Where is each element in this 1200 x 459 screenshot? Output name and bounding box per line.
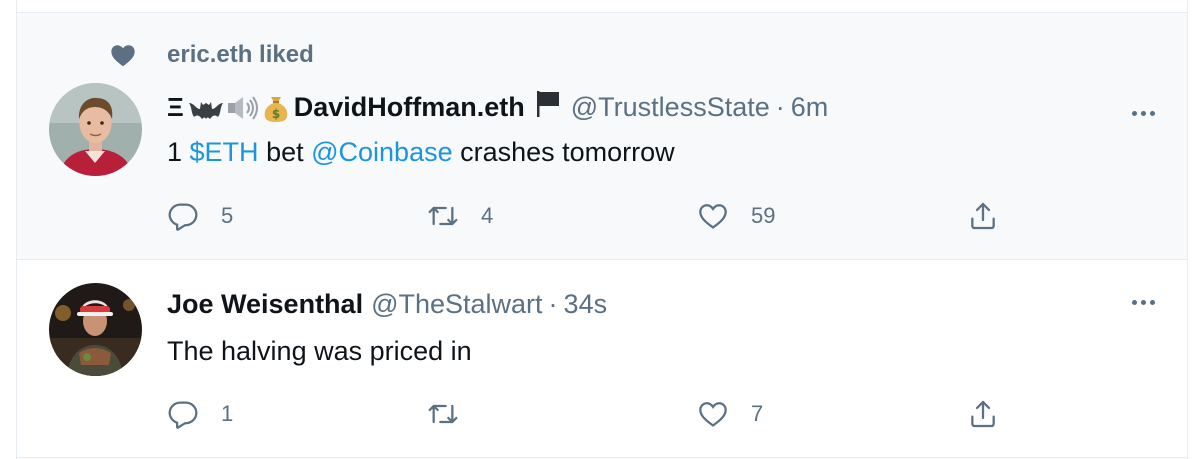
tweet-header: Joe Weisenthal @TheStalwart · 34s xyxy=(167,289,607,320)
reply-icon xyxy=(167,398,199,430)
retweet-button[interactable] xyxy=(427,398,481,430)
tweet-header: Ξ $ DavidHoffman.eth @TrustlessState · 6… xyxy=(167,89,828,126)
tweet-text-part: crashes tomorrow xyxy=(452,137,675,167)
avatar[interactable] xyxy=(49,283,142,376)
svg-text:$: $ xyxy=(272,107,280,121)
handle[interactable]: @TrustlessState xyxy=(571,92,770,123)
retweet-count: 4 xyxy=(481,203,494,228)
previous-tweet-edge xyxy=(17,0,1187,13)
timestamp[interactable]: 6m xyxy=(791,92,829,123)
reply-button[interactable]: 1 xyxy=(167,398,233,430)
share-button[interactable] xyxy=(967,200,999,232)
retweet-icon xyxy=(427,200,459,232)
like-button[interactable]: 59 xyxy=(697,200,775,232)
action-bar: 1 7 xyxy=(167,398,1067,438)
more-icon[interactable] xyxy=(1125,292,1161,312)
action-bar: 5 4 59 xyxy=(167,200,1067,240)
tweet-card[interactable]: Joe Weisenthal @TheStalwart · 34s The ha… xyxy=(17,261,1187,458)
share-icon xyxy=(967,200,999,232)
like-button[interactable]: 7 xyxy=(697,398,763,430)
social-context-text[interactable]: eric.eth liked xyxy=(167,41,314,69)
display-name-emojis: Ξ $ xyxy=(167,92,290,123)
reply-icon xyxy=(167,200,199,232)
display-name[interactable]: Joe Weisenthal xyxy=(167,289,363,320)
tweet-card[interactable]: eric.eth liked Ξ $ DavidHoffman.eth @Tru… xyxy=(17,13,1187,260)
retweet-button[interactable]: 4 xyxy=(427,200,493,232)
share-button[interactable] xyxy=(967,398,999,430)
tweet-text: The halving was priced in xyxy=(167,336,472,366)
timeline-feed: eric.eth liked Ξ $ DavidHoffman.eth @Tru… xyxy=(16,0,1188,459)
bat-emoji-icon xyxy=(188,95,224,121)
display-name[interactable]: DavidHoffman.eth xyxy=(294,92,525,123)
separator: · xyxy=(775,92,785,122)
timestamp[interactable]: 34s xyxy=(564,289,608,320)
mention-link[interactable]: @Coinbase xyxy=(311,137,453,167)
tweet-text-part: 1 xyxy=(167,137,190,167)
avatar[interactable] xyxy=(49,83,142,176)
like-icon xyxy=(697,200,729,232)
like-icon xyxy=(697,398,729,430)
heart-icon xyxy=(109,41,137,69)
cashtag-link[interactable]: $ETH xyxy=(190,137,259,167)
handle[interactable]: @TheStalwart xyxy=(371,289,542,320)
reply-count: 1 xyxy=(221,401,234,426)
speaker-emoji-icon xyxy=(226,94,260,122)
like-count: 7 xyxy=(751,401,764,426)
social-context: eric.eth liked xyxy=(109,41,314,69)
separator: · xyxy=(548,289,558,319)
black-flag-icon xyxy=(533,89,563,126)
share-icon xyxy=(967,398,999,430)
money-bag-emoji-icon: $ xyxy=(262,93,290,123)
tweet-text-part: bet xyxy=(258,137,312,167)
ether-symbol: Ξ xyxy=(167,92,184,122)
tweet-text: 1 $ETH bet @Coinbase crashes tomorrow xyxy=(167,137,675,168)
reply-button[interactable]: 5 xyxy=(167,200,233,232)
more-icon[interactable] xyxy=(1125,103,1161,123)
reply-count: 5 xyxy=(221,203,234,228)
like-count: 59 xyxy=(751,203,776,228)
retweet-icon xyxy=(427,398,459,430)
